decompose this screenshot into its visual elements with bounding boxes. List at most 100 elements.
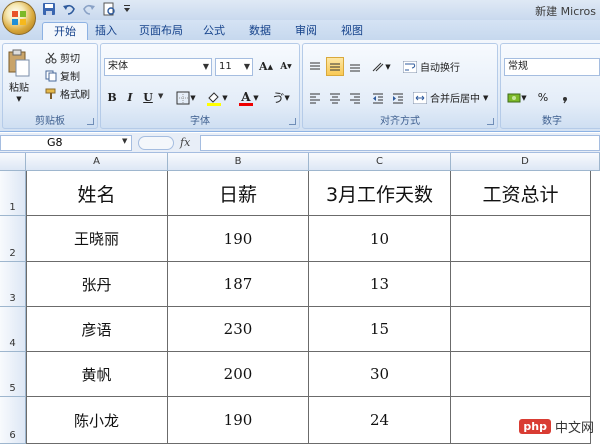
underline-dropdown-icon[interactable]: ▼ bbox=[158, 92, 163, 100]
grow-font-button[interactable]: A ▲ bbox=[257, 57, 275, 76]
watermark: php 中文网 bbox=[519, 417, 594, 436]
table-cell[interactable]: 王晓丽 bbox=[26, 216, 168, 262]
table-cell[interactable]: 187 bbox=[168, 262, 309, 307]
table-cell[interactable]: 陈小龙 bbox=[26, 397, 168, 444]
table-cell[interactable] bbox=[451, 352, 591, 397]
table-cell[interactable]: 190 bbox=[168, 216, 309, 262]
tab-formulas[interactable]: 公式 bbox=[198, 22, 230, 40]
office-button[interactable] bbox=[2, 1, 36, 35]
table-cell[interactable] bbox=[451, 307, 591, 352]
orientation-icon bbox=[372, 62, 384, 71]
table-cell[interactable]: 彦语 bbox=[26, 307, 168, 352]
paste-dropdown-icon[interactable]: ▼ bbox=[16, 95, 21, 103]
align-right-button[interactable] bbox=[346, 88, 364, 107]
copy-button[interactable]: 复制 bbox=[45, 68, 80, 83]
row-header-3[interactable]: 3 bbox=[0, 262, 26, 307]
header-cell-work-days[interactable]: 3月工作天数 bbox=[309, 171, 451, 216]
table-cell[interactable]: 30 bbox=[309, 352, 451, 397]
row-header-5[interactable]: 5 bbox=[0, 352, 26, 397]
align-center-icon bbox=[330, 93, 340, 103]
table-cell[interactable]: 24 bbox=[309, 397, 451, 444]
column-header-c[interactable]: C bbox=[309, 153, 451, 171]
align-left-button[interactable] bbox=[306, 88, 324, 107]
formula-bar-splitter[interactable] bbox=[138, 136, 174, 150]
italic-button[interactable]: I bbox=[122, 88, 138, 107]
column-header-b[interactable]: B bbox=[168, 153, 309, 171]
header-cell-name[interactable]: 姓名 bbox=[26, 171, 168, 216]
phonetic-button[interactable]: ゔ ▼ bbox=[267, 88, 295, 107]
font-size-value: 11 bbox=[219, 61, 232, 72]
table-cell[interactable]: 230 bbox=[168, 307, 309, 352]
name-box[interactable]: G8 bbox=[0, 135, 132, 151]
table-cell[interactable]: 13 bbox=[309, 262, 451, 307]
wrap-text-button[interactable]: 自动换行 bbox=[403, 59, 460, 74]
underline-button[interactable]: U bbox=[140, 88, 156, 107]
accounting-format-button[interactable]: ▼ bbox=[504, 88, 530, 107]
save-icon[interactable] bbox=[42, 2, 56, 16]
redo-icon[interactable] bbox=[82, 2, 96, 16]
align-top-button[interactable] bbox=[306, 57, 324, 76]
fill-color-button[interactable]: ▼ bbox=[203, 88, 231, 107]
align-center-button[interactable] bbox=[326, 88, 344, 107]
wrap-text-icon bbox=[403, 60, 417, 73]
formula-input[interactable] bbox=[200, 135, 600, 151]
number-format-combo[interactable]: 常规 bbox=[504, 58, 600, 76]
format-painter-button[interactable]: 格式刷 bbox=[45, 86, 90, 101]
font-size-combo[interactable]: 11 ▼ bbox=[215, 58, 253, 76]
increase-indent-button[interactable] bbox=[389, 88, 407, 107]
paste-button[interactable]: 粘贴 ▼ bbox=[7, 48, 31, 103]
merge-center-button[interactable]: 合并后居中 ▼ bbox=[413, 90, 488, 105]
align-middle-button[interactable] bbox=[326, 57, 344, 76]
tab-home[interactable]: 开始 bbox=[42, 22, 88, 40]
clipboard-group: 粘贴 ▼ 剪切 复制 格式刷 剪贴板 bbox=[2, 43, 98, 129]
orientation-button[interactable]: ▼ bbox=[367, 57, 395, 76]
header-cell-daily-wage[interactable]: 日薪 bbox=[168, 171, 309, 216]
tab-view[interactable]: 视图 bbox=[336, 22, 368, 40]
alignment-group-label: 对齐方式 bbox=[380, 116, 420, 127]
undo-icon[interactable] bbox=[62, 2, 76, 16]
alignment-launcher-icon[interactable] bbox=[487, 118, 494, 125]
row-header-6[interactable]: 6 bbox=[0, 397, 26, 444]
shrink-font-button[interactable]: A ▼ bbox=[277, 57, 295, 76]
font-launcher-icon[interactable] bbox=[289, 118, 296, 125]
decrease-indent-button[interactable] bbox=[369, 88, 387, 107]
column-header-d[interactable]: D bbox=[451, 153, 600, 171]
column-header-a[interactable]: A bbox=[26, 153, 168, 171]
row-header-2[interactable]: 2 bbox=[0, 216, 26, 262]
table-cell[interactable] bbox=[451, 262, 591, 307]
formula-bar: G8 ▼ fx bbox=[0, 133, 600, 153]
table-cell[interactable] bbox=[451, 216, 591, 262]
print-preview-icon[interactable] bbox=[102, 2, 116, 16]
font-color-button[interactable]: A ▼ bbox=[235, 88, 263, 107]
table-cell[interactable]: 200 bbox=[168, 352, 309, 397]
align-bottom-button[interactable] bbox=[346, 57, 364, 76]
cut-button[interactable]: 剪切 bbox=[45, 50, 80, 65]
percent-button[interactable]: % bbox=[534, 88, 552, 107]
paste-icon bbox=[8, 49, 30, 77]
font-name-combo[interactable]: 宋体 ▼ bbox=[104, 58, 212, 76]
table-cell[interactable]: 15 bbox=[309, 307, 451, 352]
font-size-dropdown-icon[interactable]: ▼ bbox=[244, 59, 250, 75]
name-box-dropdown-icon[interactable]: ▼ bbox=[122, 137, 127, 145]
bold-button[interactable]: B bbox=[104, 88, 120, 107]
table-cell[interactable]: 190 bbox=[168, 397, 309, 444]
font-color-label: A bbox=[241, 89, 251, 104]
header-cell-total-wage[interactable]: 工资总计 bbox=[451, 171, 591, 216]
tab-data[interactable]: 数据 bbox=[244, 22, 276, 40]
row-header-1[interactable]: 1 bbox=[0, 171, 26, 216]
table-cell[interactable]: 10 bbox=[309, 216, 451, 262]
comma-style-button[interactable] bbox=[556, 88, 574, 107]
tab-review[interactable]: 审阅 bbox=[290, 22, 322, 40]
tab-page-layout[interactable]: 页面布局 bbox=[132, 22, 190, 40]
customize-qat-icon[interactable] bbox=[122, 2, 136, 16]
table-cell[interactable]: 张丹 bbox=[26, 262, 168, 307]
insert-function-icon[interactable]: fx bbox=[180, 136, 190, 149]
clipboard-launcher-icon[interactable] bbox=[87, 118, 94, 125]
font-name-dropdown-icon[interactable]: ▼ bbox=[203, 59, 209, 75]
borders-button[interactable]: ▼ bbox=[173, 88, 199, 107]
merge-center-dropdown-icon[interactable]: ▼ bbox=[483, 94, 488, 102]
table-cell[interactable]: 黄帆 bbox=[26, 352, 168, 397]
tab-insert[interactable]: 插入 bbox=[90, 22, 122, 40]
row-header-4[interactable]: 4 bbox=[0, 307, 26, 352]
select-all-corner[interactable] bbox=[0, 153, 26, 171]
